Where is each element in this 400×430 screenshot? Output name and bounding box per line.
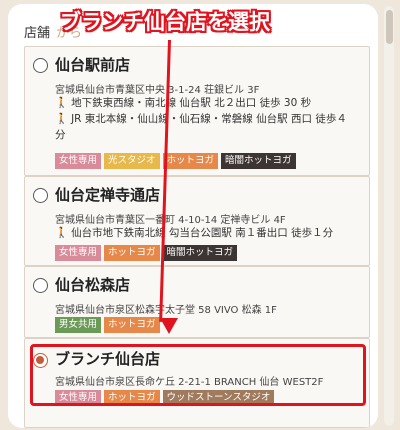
selection-highlight-box xyxy=(30,344,366,406)
store-name: 仙台定禅寺通店 xyxy=(55,186,161,204)
store-radio[interactable] xyxy=(33,58,48,73)
store-access: 🚶 地下鉄東西線・南北線 仙台駅 北２出口 徒歩 30 秒 🚶 JR 東北本線・仙山… xyxy=(55,97,347,141)
tag: ホットヨガ xyxy=(162,153,219,169)
tag: 暗闇ホットヨガ xyxy=(162,245,238,261)
store-tags: 女性専用 ホットヨガ 暗闇ホットヨガ xyxy=(55,245,238,261)
scrollbar-thumb[interactable] xyxy=(386,10,393,44)
store-address: 宮城県仙台市青葉区中央 3-1-24 荘銀ビル 3F xyxy=(55,85,260,96)
store-radio[interactable] xyxy=(33,188,48,203)
walk-icon: 🚶 xyxy=(55,113,69,125)
walk-icon: 🚶 xyxy=(55,97,69,109)
store-list-panel: 店舗 から 仙台駅前店 宮城県仙台市青葉区中央 3-1-24 荘銀ビル 3F 🚶 地… xyxy=(8,4,378,428)
walk-icon: 🚶 xyxy=(55,227,69,239)
store-address: 宮城県仙台市泉区松森字太子堂 58 VIVO 松森 1F xyxy=(55,305,277,316)
tag: ホットヨガ xyxy=(104,245,160,261)
store-address: 宮城県仙台市青葉区一番町 4-10-14 定禅寺ビル 4F xyxy=(55,215,286,226)
tag: ホットヨガ xyxy=(104,317,160,333)
store-name: 仙台駅前店 xyxy=(55,56,131,74)
store-card-sendai-matsumori[interactable]: 仙台松森店 宮城県仙台市泉区松森字太子堂 58 VIVO 松森 1F 男女共用 … xyxy=(24,266,370,338)
store-tags: 男女共用 ホットヨガ xyxy=(55,317,160,333)
annotation-callout: ブランチ仙台店を選択 xyxy=(60,10,270,34)
tag: 男女共用 xyxy=(55,317,102,333)
store-access: 🚶 仙台市地下鉄南北線 勾当台公園駅 南１番出口 徒歩１分 xyxy=(55,227,334,239)
store-name: 仙台松森店 xyxy=(55,276,131,294)
store-tags: 女性専用 光スタジオ ホットヨガ 暗闇ホットヨガ xyxy=(55,153,296,169)
tag: 女性専用 xyxy=(55,153,102,169)
store-card-sendai-jozenji[interactable]: 仙台定禅寺通店 宮城県仙台市青葉区一番町 4-10-14 定禅寺ビル 4F 🚶 仙… xyxy=(24,176,370,266)
annotation-arrow-head xyxy=(160,318,178,334)
store-card-sendai-ekimae[interactable]: 仙台駅前店 宮城県仙台市青葉区中央 3-1-24 荘銀ビル 3F 🚶 地下鉄東西線… xyxy=(24,46,370,176)
tag: 暗闇ホットヨガ xyxy=(221,153,296,169)
store-radio[interactable] xyxy=(33,278,48,293)
tag: 女性専用 xyxy=(55,245,102,261)
tag: 光スタジオ xyxy=(104,153,160,169)
scrollbar-track[interactable] xyxy=(384,6,394,426)
